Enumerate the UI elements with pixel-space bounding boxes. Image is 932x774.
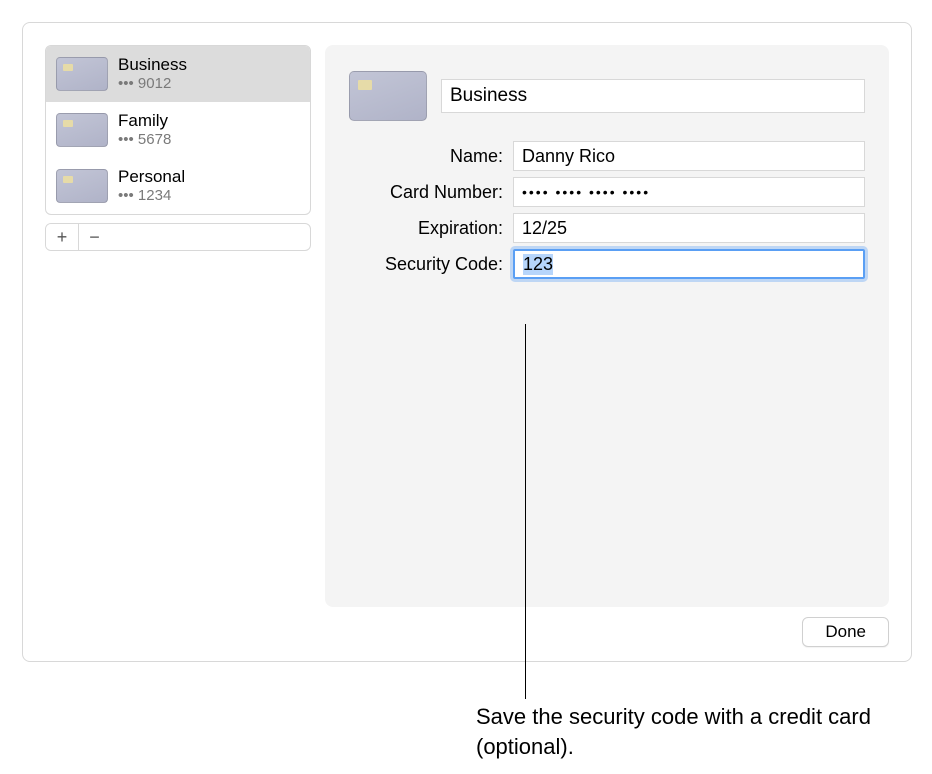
- card-list-item-title: Family: [118, 110, 171, 131]
- security-code-label: Security Code:: [359, 254, 503, 275]
- card-list-item-sub: ••• 9012: [118, 75, 187, 94]
- cardholder-name-field[interactable]: [513, 141, 865, 171]
- card-list-item-text: Business ••• 9012: [118, 54, 187, 94]
- card-list-item-sub: ••• 1234: [118, 187, 185, 206]
- credit-card-icon: [56, 57, 108, 91]
- panes: Business ••• 9012 Family ••• 5678 Person…: [45, 45, 889, 607]
- callout-leader-line: [525, 324, 526, 699]
- plus-icon: +: [57, 227, 68, 247]
- card-detail-pane: Name: Card Number: Expiration: Security …: [325, 45, 889, 607]
- minus-icon: −: [89, 227, 100, 247]
- card-list: Business ••• 9012 Family ••• 5678 Person…: [45, 45, 311, 215]
- done-button[interactable]: Done: [802, 617, 889, 647]
- form-row-expiration: Expiration:: [359, 213, 865, 243]
- credit-card-icon: [349, 71, 427, 121]
- credit-card-icon: [56, 113, 108, 147]
- card-number-label: Card Number:: [359, 182, 503, 203]
- sidebar-column: Business ••• 9012 Family ••• 5678 Person…: [45, 45, 311, 607]
- card-list-item-text: Family ••• 5678: [118, 110, 171, 150]
- name-label: Name:: [359, 146, 503, 167]
- card-list-item-personal[interactable]: Personal ••• 1234: [46, 158, 310, 214]
- add-card-button[interactable]: +: [46, 224, 78, 250]
- form-row-security: Security Code: 123: [359, 249, 865, 279]
- expiration-label: Expiration:: [359, 218, 503, 239]
- sidebar-controls: + −: [45, 223, 311, 251]
- form-row-number: Card Number:: [359, 177, 865, 207]
- card-list-item-text: Personal ••• 1234: [118, 166, 185, 206]
- card-list-item-business[interactable]: Business ••• 9012: [46, 46, 310, 102]
- security-code-field[interactable]: 123: [513, 249, 865, 279]
- card-list-item-family[interactable]: Family ••• 5678: [46, 102, 310, 158]
- card-list-item-title: Business: [118, 54, 187, 75]
- security-code-value: 123: [523, 254, 553, 275]
- credit-card-icon: [56, 169, 108, 203]
- autofill-credit-cards-window: Business ••• 9012 Family ••• 5678 Person…: [22, 22, 912, 662]
- remove-card-button[interactable]: −: [78, 224, 110, 250]
- form-row-name: Name:: [359, 141, 865, 171]
- card-list-item-sub: ••• 5678: [118, 131, 171, 150]
- card-description-field[interactable]: [441, 79, 865, 113]
- callout-text: Save the security code with a credit car…: [476, 702, 896, 761]
- expiration-field[interactable]: [513, 213, 865, 243]
- card-number-field[interactable]: [513, 177, 865, 207]
- card-form: Name: Card Number: Expiration: Security …: [349, 141, 865, 279]
- card-list-item-title: Personal: [118, 166, 185, 187]
- done-row: Done: [45, 617, 889, 647]
- card-title-row: [349, 71, 865, 121]
